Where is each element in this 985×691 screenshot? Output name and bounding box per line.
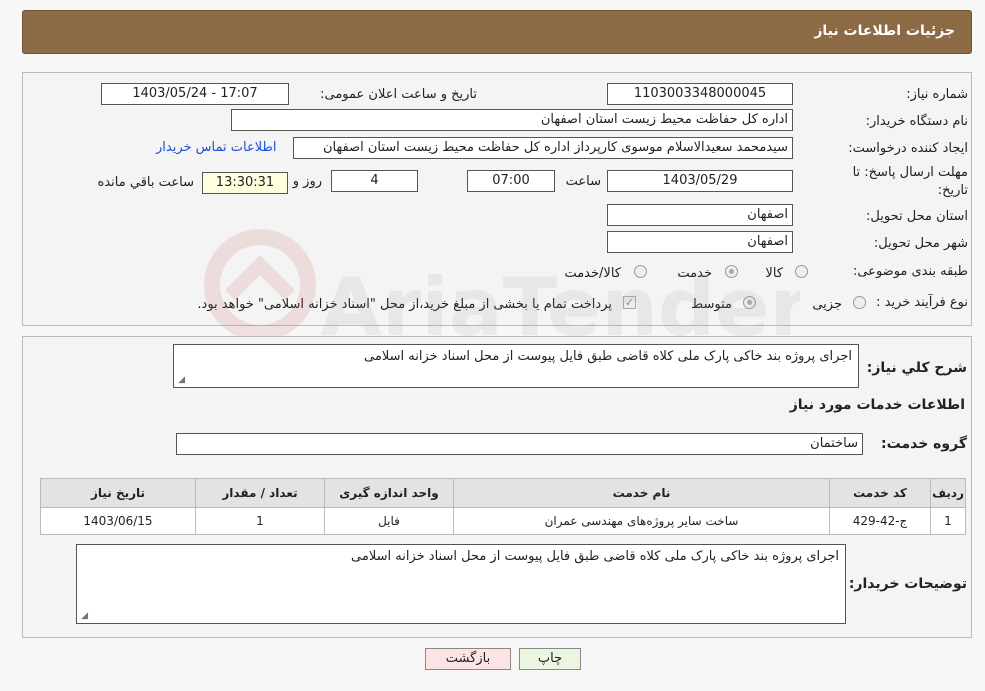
process-radio-minor[interactable] (853, 296, 866, 309)
days-label: روز و (292, 174, 322, 189)
buyer-label: نام دستگاه خریدار: (865, 114, 968, 129)
page-header: جزئیات اطلاعات نیاز (22, 10, 972, 54)
service-group-field[interactable]: ساختمان (176, 433, 863, 455)
cell-unit: فایل (324, 507, 454, 535)
remaining-time-field: 13:30:31 (202, 172, 288, 194)
col-header-row-number: ردیف (930, 478, 966, 508)
process-option-medium: متوسط (691, 297, 732, 312)
deadline-date-field[interactable]: 1403/05/29 (607, 170, 793, 192)
deadline-label: مهلت ارسال پاسخ: تا (852, 165, 968, 180)
category-radio-service[interactable] (725, 265, 738, 278)
summary-text: اجرای پروژه بند خاکی پارک ملی کلاه قاضی … (364, 349, 852, 364)
cell-service-name: ساخت سایر پروژه‌های مهندسی عمران (453, 507, 830, 535)
deadline-time-field[interactable]: 07:00 (467, 170, 555, 192)
deadline-time-label: ساعت (565, 174, 601, 189)
col-header-unit: واحد اندازه گیری (324, 478, 454, 508)
province-label: استان محل تحویل: (866, 209, 968, 224)
col-header-service-code: کد خدمت (829, 478, 931, 508)
col-header-service-name: نام خدمت (453, 478, 830, 508)
category-label: طبقه بندی موضوعی: (852, 264, 968, 279)
buyer-contact-link[interactable]: اطلاعات تماس خریدار (156, 140, 276, 155)
need-number-field[interactable]: 1103003348000045 (607, 83, 793, 105)
days-field[interactable]: 4 (331, 170, 418, 192)
category-option-goods: کالا (765, 266, 783, 281)
remaining-label: ساعت باقي مانده (97, 175, 194, 190)
process-option-minor: جزیی (812, 297, 842, 312)
buyer-notes-label: توضیحات خریدار: (848, 576, 967, 592)
page-title: جزئیات اطلاعات نیاز (814, 23, 955, 39)
resize-grip-icon[interactable]: ◢ (176, 376, 185, 385)
payment-checkbox[interactable]: ✓ (623, 296, 636, 309)
summary-label: شرح کلي نياز: (866, 360, 967, 376)
announce-label: تاریخ و ساعت اعلان عمومی: (320, 87, 477, 102)
col-header-need-date: تاریخ نیاز (40, 478, 196, 508)
print-button[interactable]: چاپ (519, 648, 581, 670)
creator-label: ایجاد کننده درخواست: (848, 141, 968, 156)
category-option-goods-service: کالا/خدمت (564, 266, 621, 281)
services-section-title: اطلاعات خدمات مورد نياز (789, 397, 965, 413)
payment-note: پرداخت تمام یا بخشی از مبلغ خرید،از محل … (197, 297, 612, 312)
resize-grip-icon[interactable]: ◢ (79, 612, 88, 621)
back-button[interactable]: بازگشت (425, 648, 511, 670)
cell-service-code: ج-42-429 (829, 507, 931, 535)
buyer-notes-textarea[interactable]: اجرای پروژه بند خاکی پارک ملی کلاه قاضی … (76, 544, 846, 624)
creator-field[interactable]: سیدمحمد سعیدالاسلام موسوی کارپرداز اداره… (293, 137, 793, 159)
service-group-label: گروه خدمت: (881, 436, 967, 452)
need-number-label: شماره نیاز: (906, 87, 968, 102)
province-field[interactable]: اصفهان (607, 204, 793, 226)
cell-row-number: 1 (930, 507, 966, 535)
city-field[interactable]: اصفهان (607, 231, 793, 253)
buyer-field[interactable]: اداره کل حفاظت محیط زیست استان اصفهان (231, 109, 793, 131)
deadline-label-line2: تاریخ: (937, 183, 968, 198)
summary-textarea[interactable]: اجرای پروژه بند خاکی پارک ملی کلاه قاضی … (173, 344, 859, 388)
col-header-quantity: تعداد / مقدار (195, 478, 325, 508)
announce-field[interactable]: 1403/05/24 - 17:07 (101, 83, 289, 105)
process-label: نوع فرآیند خرید : (876, 295, 968, 310)
buyer-notes-text: اجرای پروژه بند خاکی پارک ملی کلاه قاضی … (351, 549, 839, 564)
process-radio-medium[interactable] (743, 296, 756, 309)
category-radio-goods-service[interactable] (634, 265, 647, 278)
cell-need-date: 1403/06/15 (40, 507, 196, 535)
category-option-service: خدمت (677, 266, 712, 281)
city-label: شهر محل تحویل: (873, 236, 968, 251)
cell-quantity: 1 (195, 507, 325, 535)
services-table: ردیف کد خدمت نام خدمت واحد اندازه گیری ت… (40, 478, 966, 535)
category-radio-goods[interactable] (795, 265, 808, 278)
table-header-row: ردیف کد خدمت نام خدمت واحد اندازه گیری ت… (40, 478, 966, 508)
table-row[interactable]: 1 ج-42-429 ساخت سایر پروژه‌های مهندسی عم… (40, 507, 966, 535)
